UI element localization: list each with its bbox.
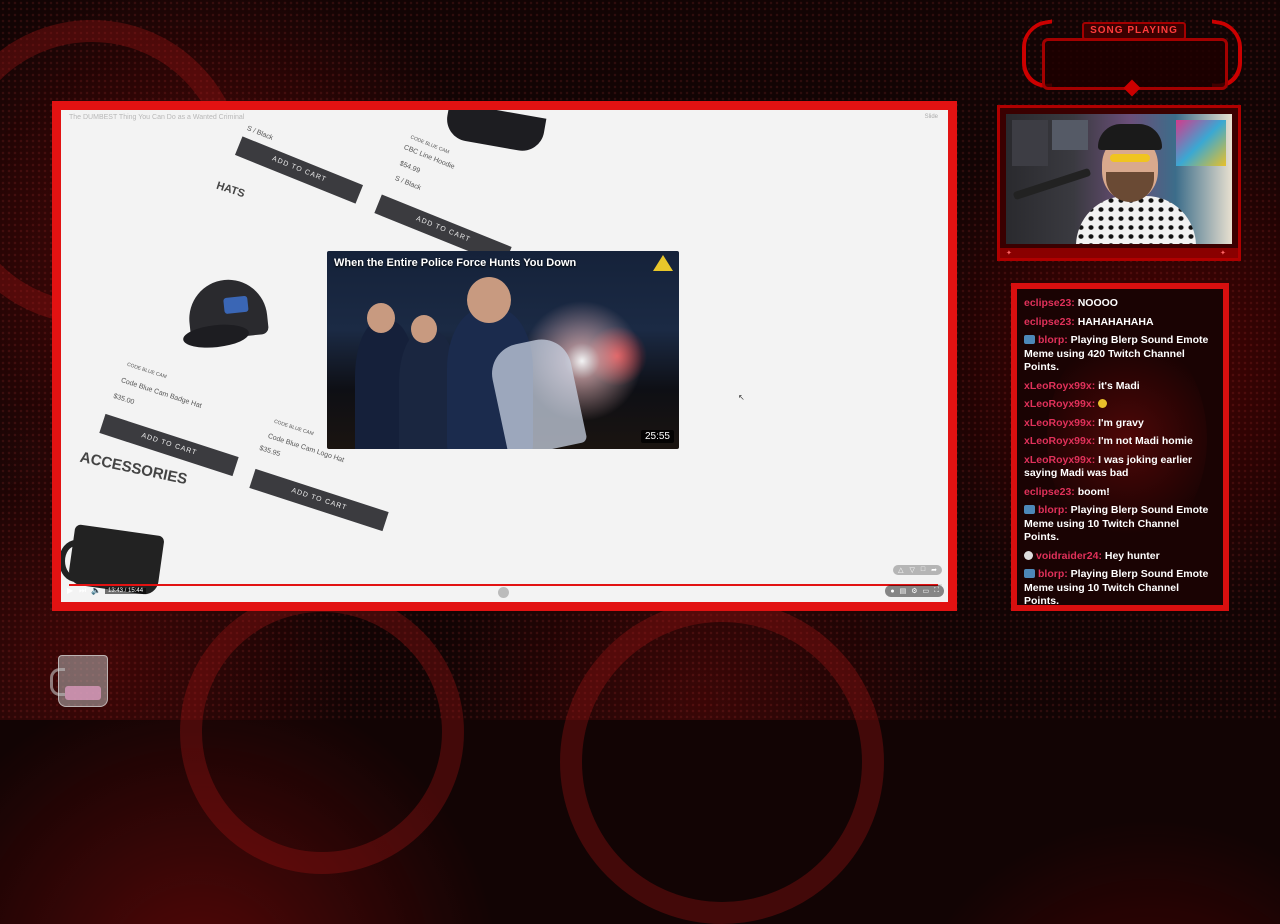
chat-message: xLeoRoyx99x: it's Madi	[1024, 380, 1216, 394]
chat-message: eclipse23: boom!	[1024, 486, 1216, 500]
blerp-badge-icon	[1024, 569, 1035, 578]
player-actions: △ ▽ □ ➦	[893, 565, 942, 575]
officer-head	[467, 277, 511, 323]
chat-text: it's Madi	[1098, 379, 1140, 392]
product-price: $35.00	[112, 392, 135, 407]
background-emblem	[560, 600, 884, 924]
add-to-cart-button[interactable]: ADD TO CART	[234, 136, 364, 204]
fullscreen-icon[interactable]: ⛶	[934, 587, 939, 595]
chat-username[interactable]: blorp:	[1038, 334, 1068, 346]
chat-message: xLeoRoyx99x:	[1024, 398, 1216, 412]
chat-username[interactable]: xLeoRoyx99x:	[1024, 398, 1095, 410]
chat-username[interactable]: blorp:	[1038, 568, 1068, 580]
chat-username[interactable]: blorp:	[1038, 504, 1068, 516]
wall-poster	[1176, 120, 1226, 166]
wall-poster	[1012, 120, 1048, 166]
star-icon: ✦	[1006, 250, 1012, 257]
chat-message-list: eclipse23: NOOOO eclipse23: HAHAHAHAHA blo…	[1024, 297, 1216, 605]
player-controls: ▶ ⏭ 🔈 13:43 / 15:44 ● ▤ ⚙ ▭ ⛶	[61, 582, 948, 602]
video-thumbnail[interactable]: When the Entire Police Force Hunts You D…	[327, 251, 679, 449]
settings-icon[interactable]: ⚙	[911, 587, 917, 595]
save-icon[interactable]: □	[921, 566, 925, 574]
video-frame: ADD TO CART S / Black HATS CODE BLUE CAM…	[52, 101, 957, 611]
product-price: $35.95	[258, 444, 281, 459]
next-icon[interactable]: ⏭	[79, 586, 86, 596]
thumbnail-duration: 25:55	[640, 430, 674, 443]
chat-message: blorp: Playing Blerp Sound Emote Meme us…	[1024, 568, 1216, 605]
play-icon[interactable]: ▶	[67, 586, 73, 595]
song-playing-widget: SONG PLAYING	[1022, 18, 1242, 98]
player-time: 13:43 / 15:44	[105, 588, 147, 594]
shirt-pattern	[1076, 196, 1196, 244]
like-icon[interactable]: △	[898, 566, 903, 574]
microphone-arm	[1012, 167, 1092, 201]
chat-message: xLeoRoyx99x: I'm gravy	[1024, 417, 1216, 431]
video-player[interactable]: ADD TO CART S / Black HATS CODE BLUE CAM…	[61, 110, 948, 602]
dislike-icon[interactable]: ▽	[910, 566, 915, 574]
hats-heading: HATS	[214, 179, 247, 201]
chat-text: HAHAHAHAHA	[1077, 315, 1154, 328]
chat-message: eclipse23: HAHAHAHAHA	[1024, 316, 1216, 330]
product-variant: S / Black	[393, 175, 422, 192]
volume-icon[interactable]: 🔈	[91, 586, 101, 595]
skull-badge-icon	[1024, 550, 1033, 560]
player-right-controls: ● ▤ ⚙ ▭ ⛶	[885, 585, 944, 597]
chat-text: I'm gravy	[1098, 416, 1144, 429]
chat-username[interactable]: voidraider24:	[1036, 550, 1102, 562]
video-title: The DUMBEST Thing You Can Do as a Wanted…	[69, 114, 245, 121]
webcam-feed	[1006, 114, 1232, 244]
chat-text: Hey hunter	[1104, 549, 1160, 562]
chat-message: eclipse23: NOOOO	[1024, 297, 1216, 311]
webcam-frame: ✦ ✦	[997, 105, 1241, 261]
warning-icon	[653, 255, 673, 271]
blerp-badge-icon	[1024, 335, 1035, 344]
wall-poster	[1052, 120, 1088, 150]
streamer-glasses	[1110, 154, 1150, 162]
chat-username[interactable]: eclipse23:	[1024, 486, 1075, 498]
theater-icon[interactable]: ▭	[922, 587, 929, 595]
share-icon[interactable]: ➦	[931, 566, 937, 574]
add-to-cart-button[interactable]: ADD TO CART	[249, 468, 389, 532]
chat-username[interactable]: xLeoRoyx99x:	[1024, 380, 1095, 392]
scrubber-handle[interactable]	[498, 587, 509, 598]
product-brand: CODE BLUE CAM	[273, 418, 315, 438]
webcam-bar	[1000, 248, 1238, 258]
emote-icon	[1098, 399, 1108, 408]
chat-message: voidraider24: Hey hunter	[1024, 550, 1216, 564]
chat-message: xLeoRoyx99x: I'm not Madi homie	[1024, 435, 1216, 449]
blerp-badge-icon	[1024, 505, 1035, 514]
chat-username[interactable]: xLeoRoyx99x:	[1024, 435, 1095, 447]
chat-username[interactable]: eclipse23:	[1024, 297, 1075, 309]
song-playing-label: SONG PLAYING	[1082, 22, 1186, 40]
thumbnail-title: When the Entire Police Force Hunts You D…	[334, 257, 577, 269]
chat-username[interactable]: xLeoRoyx99x:	[1024, 417, 1095, 429]
tip-jar-icon	[58, 655, 108, 707]
officer-head	[411, 315, 437, 343]
autoplay-icon[interactable]: ●	[890, 588, 894, 595]
hat-image	[177, 275, 274, 356]
product-price: $54.99	[398, 160, 421, 175]
mouse-cursor-icon: ↖	[738, 393, 745, 402]
chat-message: xLeoRoyx99x: I was joking earlier saying…	[1024, 454, 1216, 481]
captions-icon[interactable]: ▤	[900, 587, 907, 595]
chat-panel: eclipse23: NOOOO eclipse23: HAHAHAHAHA blo…	[1011, 283, 1229, 611]
product-brand: CODE BLUE CAM	[126, 361, 168, 381]
star-icon: ✦	[1220, 250, 1226, 257]
background-emblem	[180, 590, 464, 874]
streamer-cap	[1098, 124, 1162, 150]
chat-text: boom!	[1077, 485, 1110, 498]
chat-message: blorp: Playing Blerp Sound Emote Meme us…	[1024, 334, 1216, 375]
chat-message: blorp: Playing Blerp Sound Emote Meme us…	[1024, 504, 1216, 545]
chat-username[interactable]: eclipse23:	[1024, 316, 1075, 328]
chat-text: I'm not Madi homie	[1098, 435, 1193, 447]
officer-head	[367, 303, 395, 333]
chat-username[interactable]: xLeoRoyx99x:	[1024, 454, 1095, 466]
hoodie-image	[443, 110, 547, 155]
chat-text: NOOOO	[1077, 297, 1118, 309]
video-corner-label: Slide	[924, 114, 938, 120]
